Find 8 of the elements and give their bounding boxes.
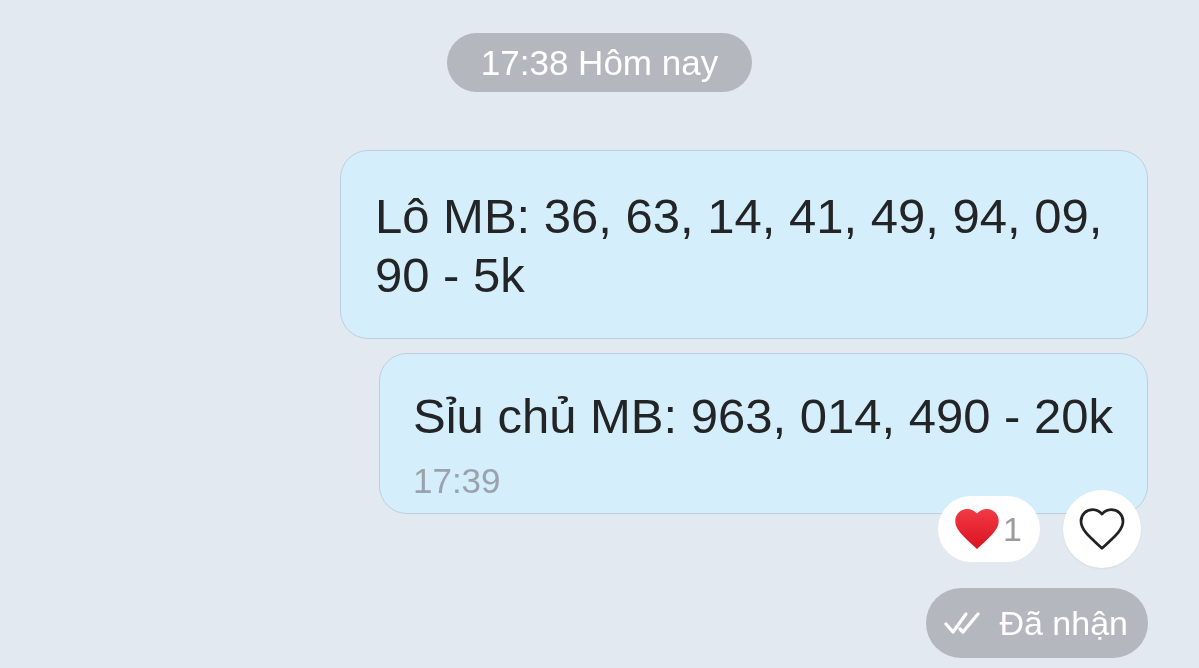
heart-icon <box>955 509 1000 549</box>
status-text: Đã nhận <box>999 603 1128 643</box>
message-text: Lô MB: 36, 63, 14, 41, 49, 94, 09, 90 - 5k <box>375 188 1104 304</box>
double-check-icon <box>944 611 982 635</box>
reaction-summary[interactable]: 1 <box>938 496 1040 562</box>
date-separator: 17:38 Hôm nay <box>446 33 753 92</box>
message-time: 17:39 <box>412 461 502 501</box>
message-text: Sỉu chủ MB: 963, 014, 490 - 20k <box>412 388 1113 445</box>
